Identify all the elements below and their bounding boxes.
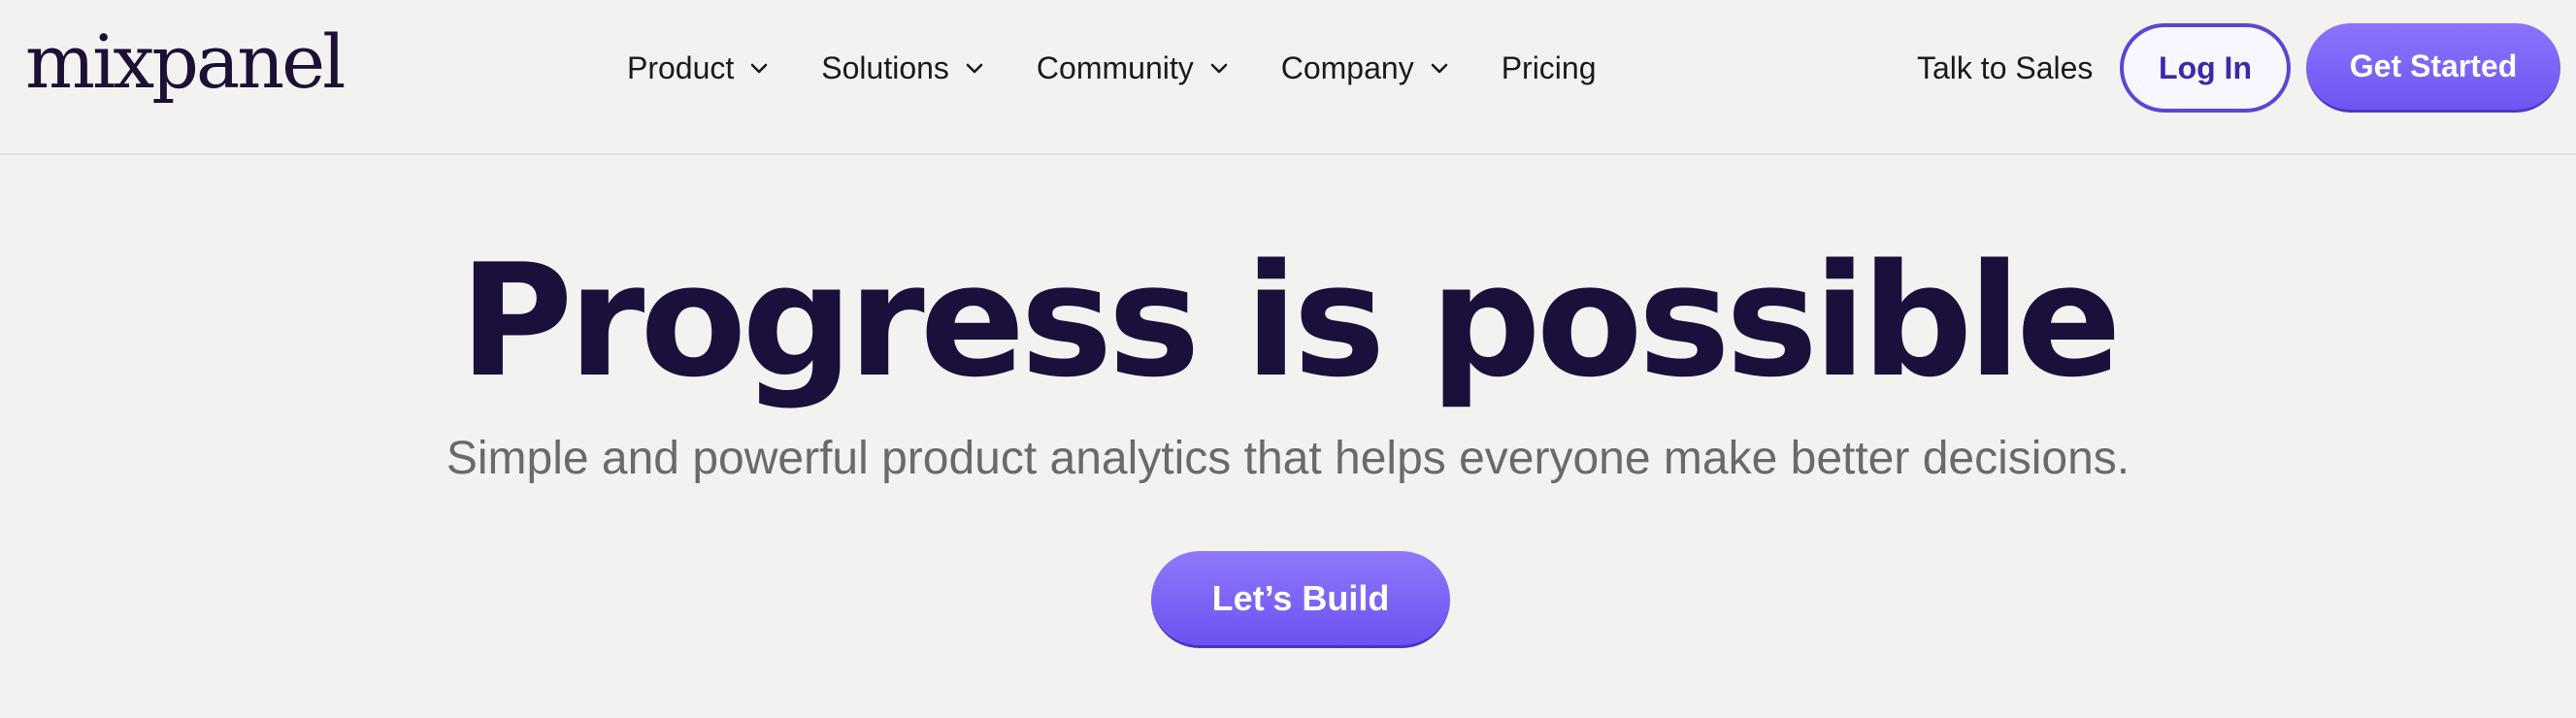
chevron-down-icon <box>1431 63 1447 74</box>
site-header: mixpanel Product Solutions Community Com… <box>0 0 2576 155</box>
mixpanel-logo[interactable]: mixpanel <box>25 14 346 111</box>
nav-item-label: Pricing <box>1501 49 1597 85</box>
nav-item-company[interactable]: Company <box>1281 50 1451 86</box>
nav-item-label: Community <box>1036 49 1194 85</box>
chevron-down-icon <box>750 63 768 74</box>
get-started-button[interactable]: Get Started <box>2306 23 2560 113</box>
main-nav: Product Solutions Community Company Pric… <box>627 37 1597 99</box>
nav-item-label: Company <box>1280 49 1414 85</box>
chevron-down-icon <box>1210 63 1228 74</box>
login-button[interactable]: Log In <box>2120 23 2291 113</box>
nav-item-label: Solutions <box>821 49 949 85</box>
nav-item-solutions[interactable]: Solutions <box>821 50 986 86</box>
nav-item-product[interactable]: Product <box>627 50 771 86</box>
hero-title: Progress is possible <box>459 230 2122 411</box>
hero-subtitle: Simple and powerful product analytics th… <box>446 433 2130 484</box>
nav-item-label: Product <box>627 49 735 85</box>
lets-build-button[interactable]: Let’s Build <box>1151 551 1450 648</box>
nav-item-pricing[interactable]: Pricing <box>1502 50 1597 86</box>
chevron-down-icon <box>966 63 983 74</box>
nav-item-community[interactable]: Community <box>1037 50 1231 86</box>
talk-to-sales-link[interactable]: Talk to Sales <box>1917 37 2093 99</box>
